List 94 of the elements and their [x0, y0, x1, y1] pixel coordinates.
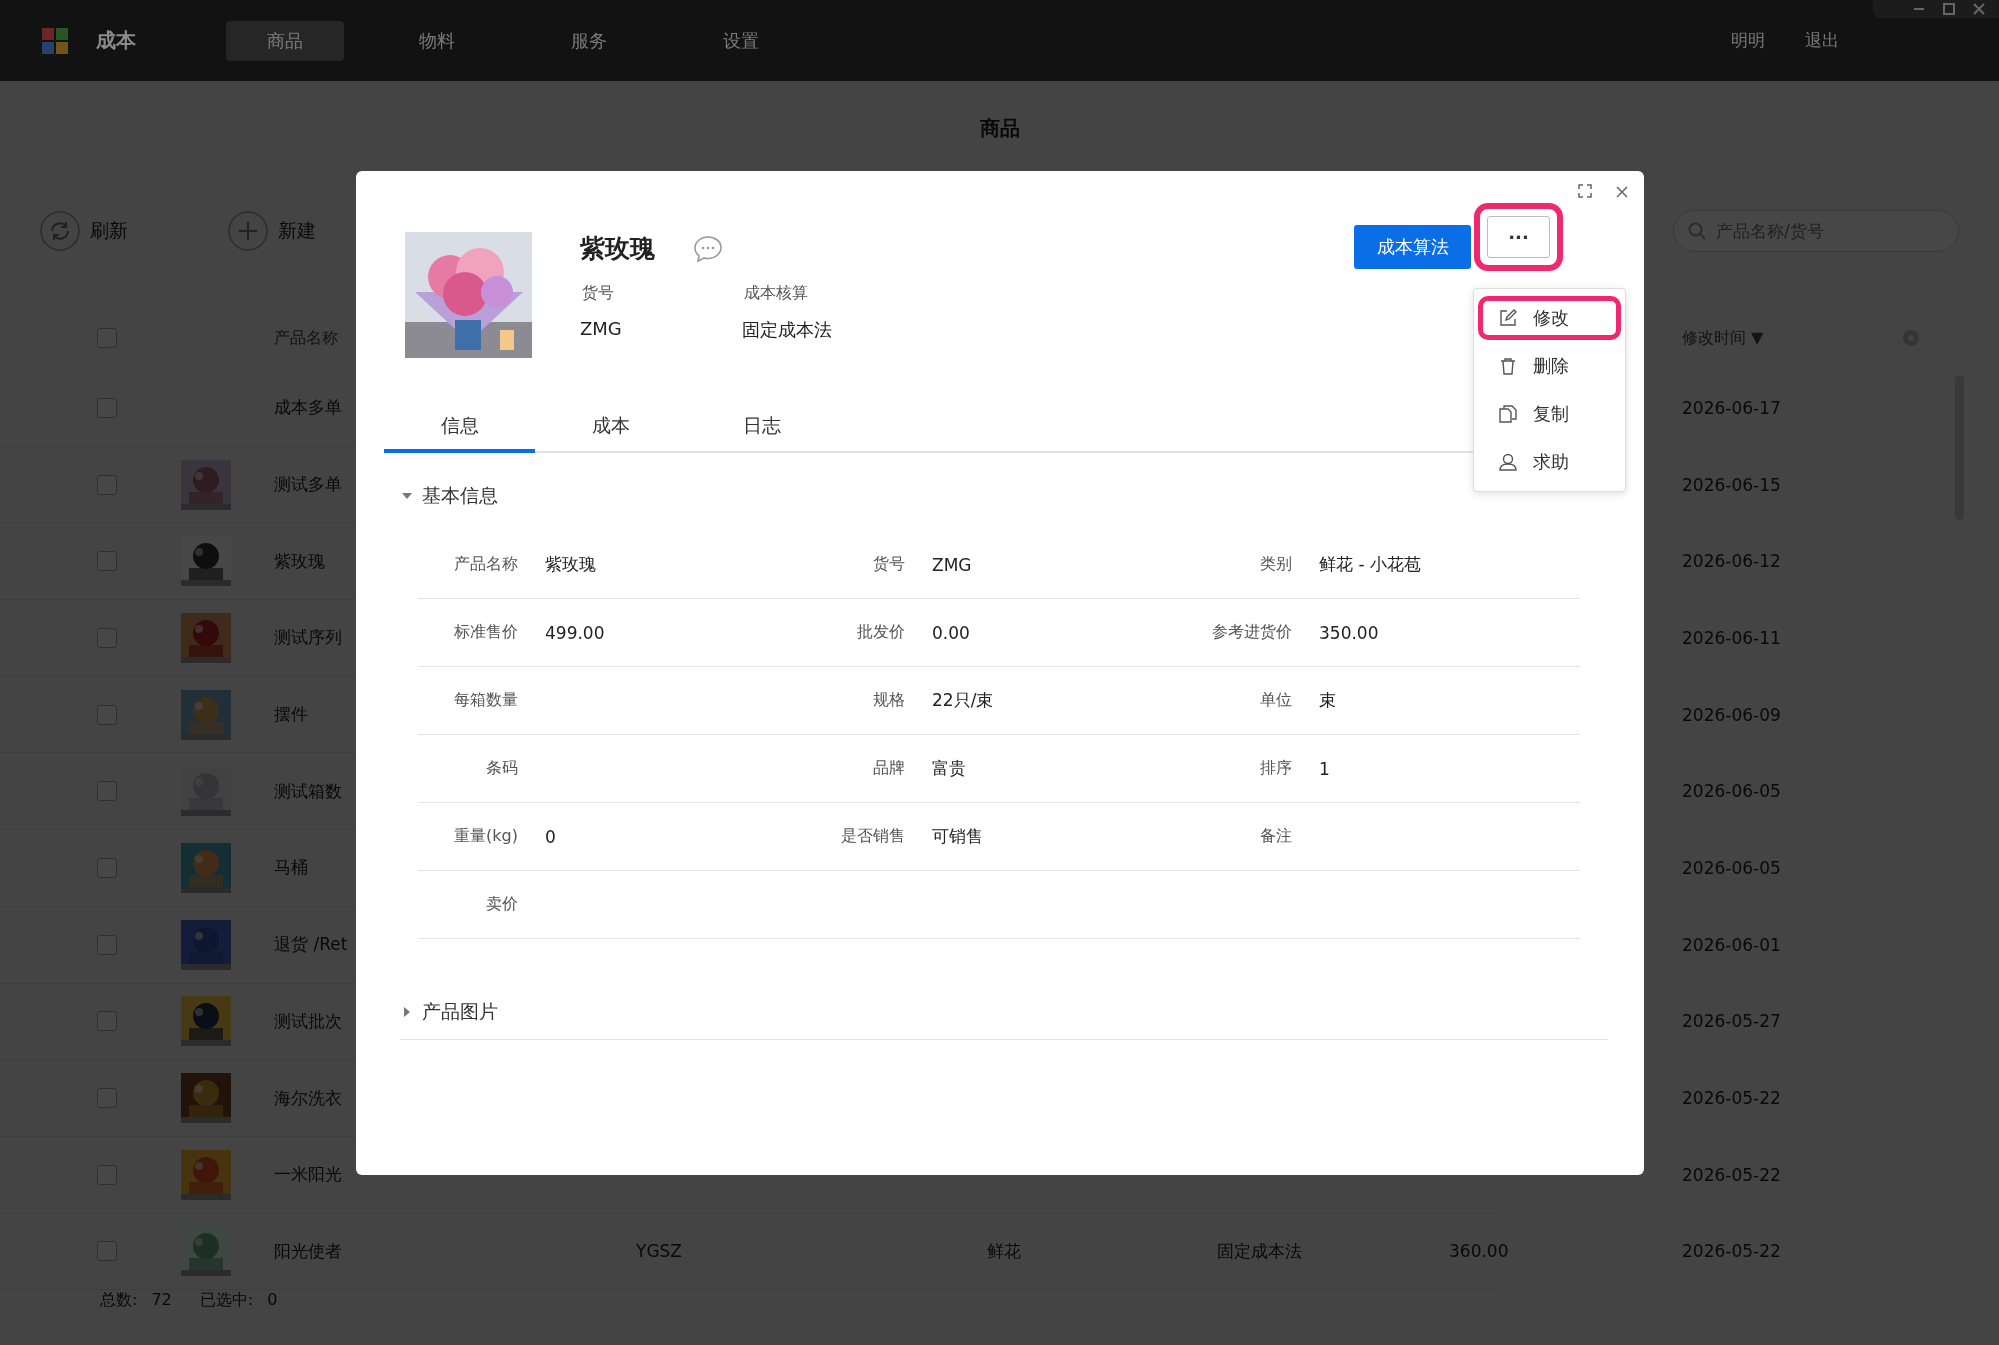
field-label: 标准售价 [453, 622, 518, 643]
table-cell: 马桶 [274, 856, 308, 880]
nav-tab[interactable]: 设置 [682, 20, 800, 61]
table-cell: 2026-06-05 [1682, 781, 1781, 802]
trash-icon [1499, 357, 1517, 375]
nav-tab[interactable]: 服务 [530, 20, 648, 61]
field-value: 1 [1319, 758, 1331, 779]
menu-item[interactable]: 求助 [1478, 440, 1621, 484]
field-value: 束 [1319, 689, 1337, 712]
field-label: 批发价 [856, 622, 905, 643]
table-cell: 2026-06-15 [1682, 474, 1781, 495]
product-name: 紫玫瑰 [580, 233, 655, 265]
table-cell: 360.00 [1449, 1241, 1509, 1262]
field-label: 规格 [872, 690, 905, 711]
table-cell: 2026-06-12 [1682, 551, 1781, 572]
selected-label: 已选中: [199, 1290, 254, 1311]
field-label: 单位 [1259, 690, 1292, 711]
table-cell: 测试多单 [274, 473, 342, 497]
field-value: 固定成本法 [742, 318, 833, 342]
field-label: 条码 [485, 758, 518, 779]
table-cell: 2026-05-22 [1682, 1241, 1781, 1262]
table-cell: 2026-05-22 [1682, 1088, 1781, 1109]
field-label: 品牌 [872, 758, 905, 779]
table-cell: 测试批次 [274, 1009, 342, 1033]
field-value: 富贵 [932, 757, 967, 780]
table-cell: 2026-05-22 [1682, 1164, 1781, 1185]
field-value: ZMG [932, 554, 973, 575]
table-cell: 鲜花 [987, 1239, 1021, 1263]
total-label: 总数: [100, 1290, 138, 1311]
close-icon[interactable] [1973, 3, 1985, 15]
field-label: 是否销售 [840, 826, 905, 847]
table-cell: 固定成本法 [1217, 1239, 1302, 1263]
field-label: 重量(kg) [453, 826, 518, 847]
page-title: 商品 [978, 115, 1021, 142]
field-label: 货号 [582, 283, 615, 304]
cost-method-button[interactable]: 成本算法 [1354, 225, 1471, 269]
field-label: 备注 [1259, 826, 1292, 847]
logo-icon [42, 27, 68, 54]
tab[interactable]: 信息 [384, 413, 535, 453]
menu-item[interactable]: 修改 [1478, 296, 1621, 340]
section-header[interactable]: 产品图片 [384, 999, 1620, 1025]
header-link[interactable]: 明明 [1731, 29, 1765, 52]
header-link[interactable]: 退出 [1805, 29, 1839, 52]
field-label: 参考进货价 [1211, 622, 1292, 643]
table-cell: 2026-06-05 [1682, 857, 1781, 878]
field-value: 0.00 [932, 622, 971, 643]
menu-item[interactable]: 复制 [1478, 392, 1621, 436]
table-cell: 2026-06-01 [1682, 934, 1781, 955]
edit-icon [1499, 309, 1517, 327]
user-icon [1499, 453, 1517, 471]
field-label: 每箱数量 [453, 690, 518, 711]
tab[interactable]: 日志 [686, 413, 837, 453]
field-value: 350.00 [1319, 622, 1380, 643]
field-value: ZMG [580, 318, 623, 339]
field-label: 产品名称 [453, 554, 518, 575]
table-cell: 阳光使者 [274, 1239, 342, 1263]
nav-tab[interactable]: 物料 [378, 20, 496, 61]
expand-icon[interactable] [1578, 184, 1592, 198]
close-icon[interactable] [1616, 186, 1628, 198]
table-cell: 2026-06-17 [1682, 397, 1781, 418]
table-cell: 测试序列 [274, 626, 342, 650]
field-value: 499.00 [545, 622, 606, 643]
table-cell: 紫玫瑰 [274, 549, 325, 573]
table-cell: 2026-05-27 [1682, 1011, 1781, 1032]
field-label: 货号 [872, 554, 905, 575]
field-label: 卖价 [485, 894, 518, 915]
maximize-icon[interactable] [1943, 3, 1955, 15]
field-value: 紫玫瑰 [545, 553, 597, 576]
table-cell: 海尔洗衣 [274, 1086, 342, 1110]
table-cell: 摆件 [274, 703, 308, 727]
field-value: 可销售 [932, 825, 984, 848]
menu-item[interactable]: 删除 [1478, 344, 1621, 388]
table-cell: 测试箱数 [274, 779, 342, 803]
field-label: 类别 [1259, 554, 1292, 575]
table-cell: 成本多单 [274, 396, 342, 420]
selected-count: 0 [267, 1290, 278, 1311]
table-cell: 退货 /Ret [274, 933, 348, 957]
comment-icon[interactable] [693, 234, 723, 263]
table-cell: 2026-06-11 [1682, 627, 1781, 648]
field-value: 鲜花 - 小花苞 [1319, 553, 1422, 576]
table-cell: 一米阳光 [274, 1163, 342, 1187]
section-header[interactable]: 基本信息 [384, 483, 1620, 509]
total-count: 72 [151, 1290, 172, 1311]
field-label: 排序 [1259, 758, 1292, 779]
app-title: 成本 [96, 27, 137, 54]
nav-tab[interactable]: 商品 [226, 20, 344, 61]
tab[interactable]: 成本 [535, 413, 686, 453]
field-value: 0 [545, 826, 557, 847]
copy-icon [1499, 405, 1517, 423]
table-cell: 2026-06-09 [1682, 704, 1781, 725]
more-button[interactable]: ··· [1487, 216, 1550, 258]
field-label: 成本核算 [744, 283, 809, 304]
table-cell: YGSZ [636, 1241, 682, 1262]
field-value: 22只/束 [932, 689, 995, 712]
